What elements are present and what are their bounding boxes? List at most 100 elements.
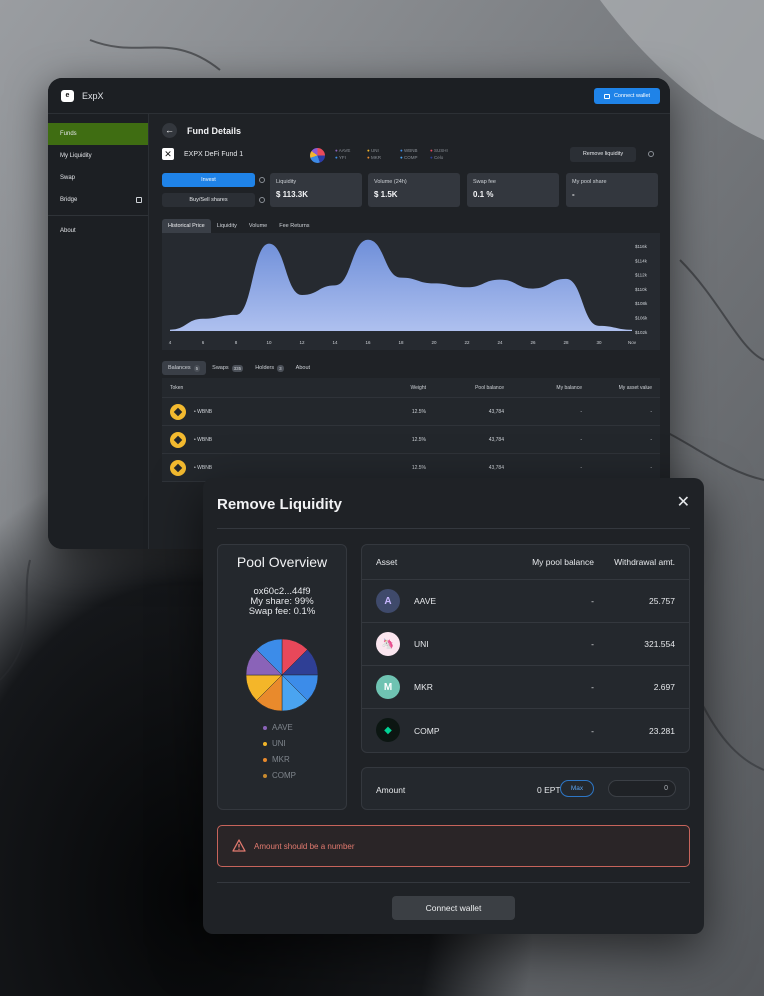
sidebar-item-swap[interactable]: Swap: [48, 167, 148, 189]
sidebar-item-bridge[interactable]: Bridge: [48, 189, 148, 211]
external-link-icon: [136, 197, 142, 203]
stat-value: -: [572, 190, 575, 199]
warning-icon: [232, 839, 246, 852]
legend-label: MKR: [272, 755, 290, 764]
asset-row-comp: ◆ COMP - 23.281: [362, 709, 689, 752]
x-tick-label: 16: [365, 340, 371, 345]
uni-icon: 🦄: [376, 632, 400, 656]
pool-balance: 43,784: [488, 436, 504, 443]
token-celo: Celo: [433, 155, 444, 160]
asset-withdrawal-table: Asset My pool balance Withdrawal amt. A …: [361, 544, 690, 753]
stat-liquidity: Liquidity $ 113.3K: [270, 173, 362, 207]
sidebar-item-funds[interactable]: Funds: [48, 123, 148, 145]
table-row[interactable]: • WBNB 12.5% 43,784 - -: [162, 398, 660, 426]
legend-label: UNI: [272, 739, 286, 748]
amount-card: Amount 0 EPT Max 0: [361, 767, 690, 810]
x-tick-label: 22: [464, 340, 470, 345]
table-row[interactable]: • WBNB 12.5% 43,784 - -: [162, 426, 660, 454]
asset-name: COMP: [414, 725, 440, 736]
back-arrow-icon[interactable]: ←: [162, 123, 177, 138]
pool-balance: 43,784: [488, 464, 504, 471]
tab-balances[interactable]: Balances 5: [162, 361, 207, 375]
connect-wallet-label: Connect wallet: [613, 93, 651, 99]
close-icon[interactable]: ✕: [677, 495, 690, 511]
sidebar-item-bridge-label: Bridge: [60, 197, 78, 203]
modal-divider: [217, 882, 690, 883]
modal-divider: [217, 528, 690, 529]
legend-dot: [263, 774, 267, 778]
tab-volume[interactable]: Volume: [243, 219, 273, 233]
fund-token-list-3: ● WBNB ● COMP: [400, 148, 418, 160]
x-tick-label: 4: [169, 340, 172, 345]
asset-name: MKR: [414, 682, 433, 692]
connect-wallet-button[interactable]: Connect wallet: [392, 896, 515, 920]
x-tick-label: Nov: [628, 340, 637, 345]
col-weight: Weight: [410, 384, 426, 391]
x-tick-label: 26: [530, 340, 536, 345]
stat-label: Swap fee: [473, 179, 496, 185]
x-tick-label: 20: [431, 340, 437, 345]
error-alert: Amount should be a number: [217, 825, 690, 867]
tab-holders[interactable]: Holders 3: [249, 361, 289, 375]
token-name: • WBNB: [194, 436, 213, 443]
info-icon[interactable]: [648, 151, 654, 157]
amount-label: Amount: [376, 785, 406, 795]
y-tick-label: $106k: [635, 316, 648, 321]
weight: 12.5%: [411, 408, 426, 415]
token-yfi: YFI: [338, 155, 346, 160]
y-tick-label: $114k: [635, 258, 648, 263]
my-balance: -: [580, 408, 582, 415]
pool-info: ox60c2...44f9 My share: 99% Swap fee: 0.…: [218, 587, 346, 617]
remove-liquidity-button[interactable]: Remove liquidity: [570, 147, 636, 162]
stat-value: 0.1 %: [473, 190, 494, 199]
wbnb-icon: [170, 460, 186, 476]
fund-token-list-4: ● SUSHI ● Celo: [430, 148, 448, 160]
tab-count-badge: 335: [231, 364, 244, 372]
asset-withdraw: 25.757: [649, 596, 675, 606]
asset-name: UNI: [414, 639, 429, 649]
buy-sell-shares-button[interactable]: Buy/Sell shares: [162, 193, 255, 207]
balances-table: Token Weight Pool balance My balance My …: [162, 378, 660, 482]
app-header: e ExpX Connect wallet: [48, 78, 670, 114]
invest-button[interactable]: Invest: [162, 173, 255, 187]
asset-balance: -: [591, 639, 594, 649]
invest-info-icon[interactable]: [259, 177, 265, 183]
col-token: Token: [170, 384, 184, 391]
x-tick-label: 10: [266, 340, 272, 345]
table-header: Token Weight Pool balance My balance My …: [162, 378, 660, 398]
asset-row-aave: A AAVE - 25.757: [362, 580, 689, 623]
stat-value: $ 113.3K: [276, 190, 309, 199]
alert-text: Amount should be a number: [254, 842, 355, 851]
aave-icon: A: [376, 589, 400, 613]
asset-row-mkr: M MKR - 2.697: [362, 666, 689, 709]
tab-liquidity[interactable]: Liquidity: [211, 219, 243, 233]
tab-about[interactable]: About: [290, 361, 316, 375]
sidebar-item-my-liquidity[interactable]: My Liquidity: [48, 145, 148, 167]
asset-withdraw: 321.554: [644, 639, 675, 649]
amount-ept: 0 EPT: [537, 785, 561, 795]
token-name-text: WBNB: [197, 436, 213, 443]
tab-historical-price[interactable]: Historical Price: [162, 219, 211, 233]
chart-tabs: Historical Price Liquidity Volume Fee Re…: [162, 219, 316, 233]
tab-swaps[interactable]: Swaps 335: [206, 361, 249, 375]
y-tick-label: $116k: [635, 244, 648, 249]
pool-overview-card: Pool Overview ox60c2...44f9 My share: 99…: [217, 544, 347, 810]
buy-sell-info-icon[interactable]: [259, 197, 265, 203]
asset-withdraw: 2.697: [653, 682, 675, 692]
amount-input[interactable]: 0: [608, 780, 676, 797]
stat-label: Liquidity: [276, 179, 297, 185]
token-comp: COMP: [403, 155, 418, 160]
max-button[interactable]: Max: [560, 780, 594, 797]
wbnb-icon: [170, 404, 186, 420]
x-tick-label: 14: [332, 340, 338, 345]
connect-wallet-button[interactable]: Connect wallet: [594, 88, 660, 104]
weight: 12.5%: [411, 436, 426, 443]
asset-balance: -: [591, 596, 594, 606]
comp-icon: ◆: [376, 718, 400, 742]
token-aave: AAVE: [338, 148, 351, 153]
sidebar-item-about[interactable]: About: [48, 220, 148, 242]
token-name-text: WBNB: [197, 464, 213, 471]
stat-label: Volume (24h): [374, 179, 407, 185]
tab-label: Balances: [168, 365, 191, 371]
tab-fee-returns[interactable]: Fee Returns: [273, 219, 315, 233]
